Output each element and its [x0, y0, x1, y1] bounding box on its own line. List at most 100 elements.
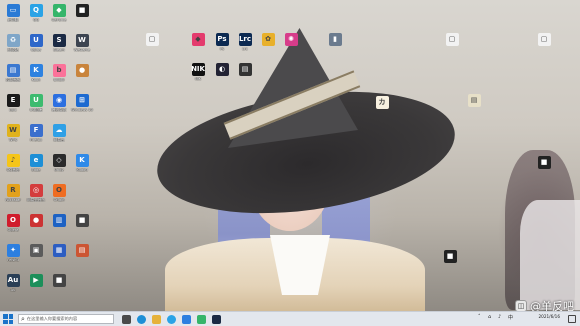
desktop-icon-label: NIK — [194, 77, 202, 81]
desktop-icon[interactable]: ▮ — [323, 33, 347, 47]
desktop-icon-label: QQ — [33, 18, 39, 22]
desktop-icon[interactable]: W WeGame — [70, 34, 94, 52]
qq-taskbar-icon[interactable] — [167, 315, 176, 324]
desktop-icon[interactable]: ▥ — [47, 214, 71, 228]
desktop-icon[interactable]: U UU加速 — [24, 94, 48, 112]
tray-chevron-icon[interactable]: ˄ — [478, 314, 481, 320]
desktop-icon[interactable]: ■ — [70, 4, 94, 18]
desktop-icon[interactable]: Q QQ — [24, 4, 48, 22]
desktop-icon[interactable]: E Epic — [1, 94, 25, 112]
desktop-icon[interactable]: ■ — [47, 274, 71, 288]
app-icon: ◇ — [52, 154, 66, 167]
desktop-icon[interactable]: Ps Ps — [210, 33, 234, 51]
network-icon[interactable]: ⌂ — [488, 314, 491, 320]
start-button[interactable] — [3, 314, 14, 325]
app-icon: ✦ — [6, 244, 20, 257]
desktop-icon[interactable]: ♪ QQ音乐 — [1, 154, 25, 172]
desktop-icon[interactable]: ♻ 回收站 — [1, 34, 25, 52]
desktop-icon-label: Bilibili — [53, 78, 65, 82]
desktop-icon-label: 网易云 — [53, 138, 65, 142]
desktop-icon[interactable]: ◆ GeForce — [47, 4, 71, 22]
desktop-icon[interactable]: ▶ — [24, 274, 48, 288]
app-icon: ▶ — [29, 274, 43, 287]
app-icon: ☁ — [52, 124, 66, 137]
desktop-icon[interactable]: ▤ 控制面板 — [1, 64, 25, 82]
desktop-icon-label: Epic — [9, 108, 17, 112]
desktop-icon-label: Opera — [7, 228, 19, 232]
desktop-icon[interactable]: F Firefox — [24, 124, 48, 142]
desktop-icon[interactable]: ■ — [532, 156, 556, 170]
desktop-icon[interactable]: ▣ — [24, 244, 48, 258]
desktop-icon[interactable]: ◇ Unity — [47, 154, 71, 172]
desktop-icon[interactable]: ▢ — [140, 33, 164, 47]
desktop-icon[interactable]: ◆ — [186, 33, 210, 47]
desktop-icon[interactable]: ■ — [438, 250, 462, 264]
notification-center-icon[interactable] — [568, 315, 576, 323]
desktop-icon[interactable]: ◐ — [210, 63, 234, 77]
app-icon: R — [6, 184, 20, 197]
app-icon: ▤ — [238, 63, 252, 76]
edge-taskbar-icon[interactable] — [137, 315, 146, 324]
app-icon: K — [75, 154, 89, 167]
steam-taskbar-icon[interactable] — [212, 315, 221, 324]
desktop-icon[interactable]: R Rockstar — [1, 184, 25, 202]
app-icon: ▢ — [445, 33, 459, 46]
desktop-icon[interactable]: W WPS — [1, 124, 25, 142]
taskbar-clock[interactable]: 2021/6/16 — [539, 314, 560, 319]
desktop-icon[interactable]: ◎ 网易云音乐 — [24, 184, 48, 202]
desktop-icon[interactable]: ● — [24, 214, 48, 228]
desktop-icon[interactable]: ✺ — [279, 33, 303, 47]
desktop-icon[interactable]: ▤ — [70, 244, 94, 258]
explorer-taskbar-icon[interactable] — [152, 315, 161, 324]
desktop-icon[interactable]: e Edge — [24, 154, 48, 172]
desktop-icon[interactable]: b Bilibili — [47, 64, 71, 82]
wechat-taskbar-icon[interactable] — [197, 315, 206, 324]
desktop-icon[interactable]: K Kugou — [70, 154, 94, 172]
desktop-icon[interactable]: ● — [70, 64, 94, 78]
desktop-icon[interactable]: カ — [370, 96, 394, 110]
desktop-icon[interactable]: NIK NIK — [186, 63, 210, 81]
taskview-icon[interactable] — [122, 315, 131, 324]
app-icon: ▮ — [328, 33, 342, 46]
app-icon: Q — [29, 4, 43, 17]
app-icon: ✺ — [284, 33, 298, 46]
taskbar-search-box[interactable]: ⌕ 在这里输入你要搜索的内容 — [18, 314, 114, 324]
desktop-icon[interactable]: S Steam — [47, 34, 71, 52]
app-icon: O — [52, 184, 66, 197]
desktop-icon[interactable]: U Uplay — [24, 34, 48, 52]
desktop-icon[interactable]: ☁ 网易云 — [47, 124, 71, 142]
desktop-icon-label: 网易云音乐 — [27, 198, 45, 202]
desktop-icon[interactable]: ■ — [70, 214, 94, 228]
app-icon: b — [52, 64, 66, 77]
desktop-icon[interactable]: ◉ 腾讯会议 — [47, 94, 71, 112]
desktop-icon[interactable]: ✿ — [256, 33, 280, 47]
desktop-icon[interactable]: ⊞ Windows 10 — [70, 94, 94, 112]
ime-icon[interactable]: 中 — [508, 314, 513, 321]
desktop-icon[interactable]: ▤ — [462, 94, 486, 108]
desktop-icon-label: Uplay — [30, 48, 42, 52]
desktop-icon[interactable]: Lrc Lrc — [233, 33, 257, 51]
desktop-icon[interactable]: Au Au — [1, 274, 25, 292]
desktop-icon[interactable]: K Kook — [24, 64, 48, 82]
app-icon: W — [75, 34, 89, 47]
desktop-icon-label: Windows 10 — [71, 108, 93, 112]
desktop-icon-label: Steam — [53, 48, 65, 52]
desktop-icon[interactable]: O Opera — [1, 214, 25, 232]
desktop-icon-label: WPS — [8, 138, 17, 142]
app-icon: ▦ — [52, 244, 66, 257]
app-icon: ♻ — [6, 34, 20, 47]
desktop-icon[interactable]: ▭ 此电脑 — [1, 4, 25, 22]
volume-icon[interactable]: ♪ — [498, 314, 501, 320]
desktop-icon[interactable]: ✦ Feishu — [1, 244, 25, 262]
app-icon: K — [29, 64, 43, 77]
desktop-icon[interactable]: O Origin — [47, 184, 71, 202]
desktop-icon[interactable]: ▢ — [440, 33, 464, 47]
store-taskbar-icon[interactable] — [182, 315, 191, 324]
wallpaper-bg-shape — [520, 200, 580, 310]
desktop-icon-label: Au — [10, 288, 16, 292]
desktop-icon[interactable]: ▤ — [233, 63, 257, 77]
desktop-icon[interactable]: ▦ — [47, 244, 71, 258]
search-placeholder: 在这里输入你要搜索的内容 — [26, 316, 78, 321]
desktop-icon[interactable]: ▢ — [532, 33, 556, 47]
app-icon: ◉ — [52, 94, 66, 107]
